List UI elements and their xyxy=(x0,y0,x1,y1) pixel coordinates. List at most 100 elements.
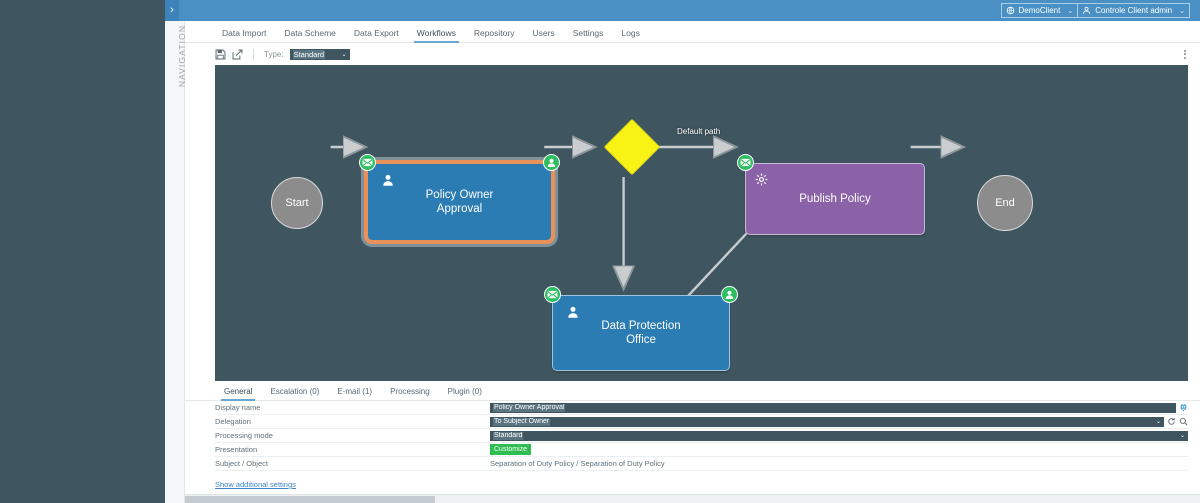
row-subject-object-label: Subject / Object xyxy=(215,459,268,468)
overflow-menu-button[interactable] xyxy=(1182,48,1188,61)
additional-settings-row: Show additional settings xyxy=(185,471,1200,492)
row-processing-mode-field: Standard ⌄ xyxy=(490,430,1188,441)
processing-mode-value: Standard xyxy=(493,431,524,440)
application-window: › DemoClient ⌄ Controle Client admin ⌄ N… xyxy=(165,0,1200,503)
node-decision-gateway[interactable] xyxy=(603,118,661,176)
dot xyxy=(1184,53,1186,55)
row-subject-object: Subject / Object Separation of Duty Poli… xyxy=(215,457,1188,471)
processing-mode-select[interactable]: Standard ⌄ xyxy=(490,430,1188,441)
row-display-name-field: Policy Owner Approval xyxy=(490,402,1188,413)
dot xyxy=(1184,49,1186,52)
property-panel: General Escalation (0) E-mail (1) Proces… xyxy=(185,381,1200,503)
horizontal-scrollbar[interactable] xyxy=(185,494,1200,503)
delegation-select[interactable]: To Subject Owner ⌄ xyxy=(490,416,1164,427)
client-icon xyxy=(1006,6,1014,15)
navigation-rail[interactable]: NAVIGATION xyxy=(165,21,187,503)
chevron-down-icon: ⌄ xyxy=(1155,419,1161,425)
chevron-down-icon: ⌄ xyxy=(341,51,347,58)
row-display-name: Display name Policy Owner Approval xyxy=(215,401,1188,415)
user-task-icon xyxy=(381,173,395,187)
row-presentation-field: Customize xyxy=(490,444,1188,455)
user-task-icon xyxy=(566,305,580,319)
search-icon[interactable] xyxy=(1179,417,1188,426)
row-processing-mode: Processing mode Standard ⌄ xyxy=(215,429,1188,443)
property-rows: Display name Policy Owner Approval Deleg… xyxy=(185,401,1200,471)
refresh-icon[interactable] xyxy=(1167,417,1176,426)
type-select[interactable]: Standard ⌄ xyxy=(289,48,350,60)
node-start-shape: Start xyxy=(271,177,323,229)
tab-data-scheme[interactable]: Data Scheme xyxy=(275,28,345,42)
user-icon xyxy=(1083,6,1091,14)
edge-label-default-path: Default path xyxy=(677,127,721,136)
dot xyxy=(1184,56,1186,59)
display-name-input[interactable]: Policy Owner Approval xyxy=(490,402,1176,413)
property-tab-bar: General Escalation (0) E-mail (1) Proces… xyxy=(185,381,1200,401)
node-decision-shape xyxy=(603,118,661,176)
node-data-protection-office-label: Data Protection Office xyxy=(601,320,681,346)
ptab-processing[interactable]: Processing xyxy=(381,387,439,400)
editor-toolbar: Type: Standard ⌄ xyxy=(185,43,1200,65)
top-bar: › DemoClient ⌄ Controle Client admin ⌄ xyxy=(165,0,1200,21)
node-end-shape: End xyxy=(977,175,1033,231)
node-policy-owner-approval[interactable]: Policy Owner Approval xyxy=(359,154,560,244)
user-name: Controle Client admin xyxy=(1095,6,1173,15)
tab-data-import[interactable]: Data Import xyxy=(213,28,275,42)
assignee-badge-icon[interactable] xyxy=(721,286,738,303)
email-badge-icon[interactable] xyxy=(737,154,754,171)
ptab-escalation[interactable]: Escalation (0) xyxy=(261,387,328,400)
ptab-plugin[interactable]: Plugin (0) xyxy=(439,387,491,400)
tab-logs[interactable]: Logs xyxy=(612,28,648,42)
email-badge-icon[interactable] xyxy=(544,286,561,303)
type-label: Type: xyxy=(264,49,284,59)
row-presentation: Presentation Customize xyxy=(215,443,1188,457)
ptab-general[interactable]: General xyxy=(215,387,261,401)
ptab-email[interactable]: E-mail (1) xyxy=(328,387,381,400)
content-row: NAVIGATION Data Import Data Scheme Data … xyxy=(165,21,1200,503)
show-additional-settings-link[interactable]: Show additional settings xyxy=(215,480,296,489)
scrollbar-thumb[interactable] xyxy=(185,496,435,503)
row-delegation: Delegation To Subject Owner ⌄ xyxy=(215,415,1188,429)
tab-data-export[interactable]: Data Export xyxy=(345,28,408,42)
node-start-label: Start xyxy=(285,197,309,209)
node-data-protection-office[interactable]: Data Protection Office xyxy=(544,286,738,371)
user-menu[interactable]: Controle Client admin ⌄ xyxy=(1077,3,1190,18)
node-policy-owner-approval-label: Policy Owner Approval xyxy=(425,189,494,215)
delegation-value: To Subject Owner xyxy=(493,417,551,426)
node-end-label: End xyxy=(995,197,1015,209)
subject-object-value: Separation of Duty Policy / Separation o… xyxy=(490,459,665,468)
tab-repository[interactable]: Repository xyxy=(465,28,524,42)
main-area: Data Import Data Scheme Data Export Work… xyxy=(185,21,1200,503)
chevron-down-icon: ⌄ xyxy=(1179,433,1185,439)
chevron-down-icon: ⌄ xyxy=(1179,7,1185,15)
row-processing-mode-label: Processing mode xyxy=(215,431,273,440)
row-display-name-label: Display name xyxy=(215,403,261,412)
node-end[interactable]: End xyxy=(977,175,1033,231)
toolbar-divider xyxy=(253,48,254,60)
service-task-gear-icon xyxy=(755,173,768,186)
email-badge-icon[interactable] xyxy=(359,154,376,171)
client-selector[interactable]: DemoClient ⌄ xyxy=(1000,3,1078,18)
row-presentation-label: Presentation xyxy=(215,445,258,454)
customize-button[interactable]: Customize xyxy=(490,444,532,455)
tab-settings[interactable]: Settings xyxy=(564,28,613,42)
node-publish-policy-shape: Publish Policy xyxy=(745,163,925,235)
navigation-label: NAVIGATION xyxy=(177,24,187,88)
globe-icon[interactable] xyxy=(1179,403,1188,412)
node-publish-policy-label: Publish Policy xyxy=(799,193,871,205)
edit-icon[interactable] xyxy=(232,49,243,60)
row-subject-object-field: Separation of Duty Policy / Separation o… xyxy=(490,459,1188,468)
node-start[interactable]: Start xyxy=(271,177,323,229)
type-select-value: Standard xyxy=(292,49,326,59)
canvas-wrapper: Start Policy Owner Approval Default path… xyxy=(185,65,1200,381)
chevron-down-icon: ⌄ xyxy=(1067,7,1074,15)
main-tab-bar: Data Import Data Scheme Data Export Work… xyxy=(185,21,1200,43)
node-publish-policy[interactable]: Publish Policy xyxy=(737,154,925,235)
workflow-canvas[interactable]: Start Policy Owner Approval Default path… xyxy=(215,65,1188,381)
tab-users[interactable]: Users xyxy=(523,28,563,42)
row-delegation-field: To Subject Owner ⌄ xyxy=(490,416,1188,427)
display-name-value: Policy Owner Approval xyxy=(493,403,566,412)
top-bar-right: DemoClient ⌄ Controle Client admin ⌄ xyxy=(1000,3,1200,18)
tab-workflows[interactable]: Workflows xyxy=(408,28,465,43)
assignee-badge-icon[interactable] xyxy=(543,154,560,171)
save-icon[interactable] xyxy=(215,49,226,60)
